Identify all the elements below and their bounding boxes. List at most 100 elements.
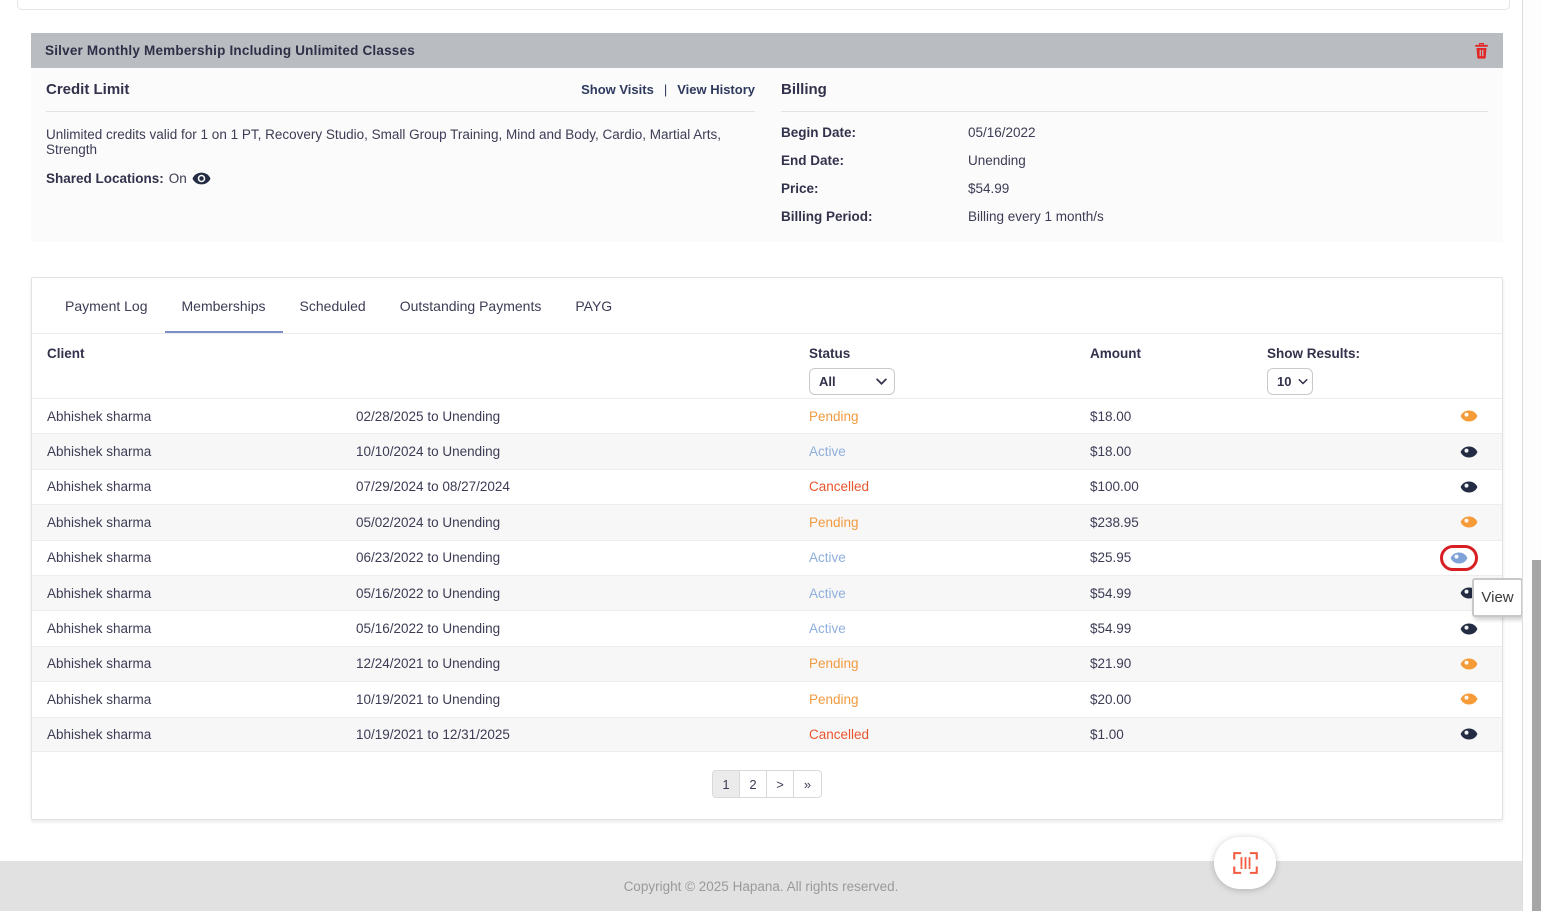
column-header-client: Client (47, 346, 356, 398)
billing-value: $54.99 (968, 181, 1009, 196)
status-text: Cancelled (809, 479, 1090, 494)
trash-icon (1474, 42, 1489, 59)
membership-row: Abhishek sharma10/19/2021 to UnendingPen… (32, 681, 1502, 716)
tab-scheduled[interactable]: Scheduled (283, 278, 383, 333)
billing-label: Begin Date: (781, 125, 968, 140)
membership-period: 07/29/2024 to 08/27/2024 (356, 479, 809, 494)
view-eye-icon[interactable] (1460, 622, 1478, 636)
column-header-amount: Amount (1090, 346, 1267, 398)
membership-row: Abhishek sharma05/16/2022 to UnendingAct… (32, 610, 1502, 645)
client-name: Abhishek sharma (47, 444, 356, 459)
billing-rows: Begin Date:05/16/2022 End Date:Unending Pr… (781, 125, 1488, 224)
status-filter-select[interactable]: All (809, 368, 895, 395)
membership-row: Abhishek sharma06/23/2022 to UnendingAct… (32, 540, 1502, 575)
status-text: Pending (809, 515, 1090, 530)
client-name: Abhishek sharma (47, 409, 356, 424)
tab-payg[interactable]: PAYG (558, 278, 629, 333)
membership-row: Abhishek sharma10/19/2021 to 12/31/2025C… (32, 717, 1502, 752)
billing-row: Billing Period:Billing every 1 month/s (781, 209, 1488, 224)
view-eye-icon[interactable] (1460, 692, 1478, 706)
view-history-link[interactable]: View History (677, 82, 755, 97)
billing-label: Price: (781, 181, 968, 196)
tab-outstanding-payments[interactable]: Outstanding Payments (383, 278, 559, 333)
view-eye-icon[interactable] (1440, 545, 1478, 571)
show-visits-link[interactable]: Show Visits (581, 82, 654, 97)
view-eye-icon[interactable] (1460, 409, 1478, 423)
amount-value: $238.95 (1090, 515, 1267, 530)
show-results-label: Show Results: (1267, 346, 1487, 361)
barcode-scan-button[interactable] (1214, 837, 1276, 889)
membership-period: 10/10/2024 to Unending (356, 444, 809, 459)
amount-value: $54.99 (1090, 586, 1267, 601)
client-name: Abhishek sharma (47, 586, 356, 601)
vertical-scrollbar-thumb[interactable] (1532, 560, 1541, 911)
status-text: Cancelled (809, 727, 1090, 742)
amount-value: $18.00 (1090, 409, 1267, 424)
membership-period: 10/19/2021 to Unending (356, 692, 809, 707)
show-results-select[interactable]: 10 (1267, 368, 1313, 395)
tab-payment-log[interactable]: Payment Log (48, 278, 165, 333)
membership-period: 06/23/2022 to Unending (356, 550, 809, 565)
vertical-scrollbar-track[interactable] (1522, 0, 1541, 911)
status-text: Active (809, 444, 1090, 459)
shared-locations-value: On (169, 171, 187, 186)
billing-row: End Date:Unending (781, 153, 1488, 168)
view-eye-icon[interactable] (1460, 515, 1478, 529)
eye-icon[interactable] (192, 171, 211, 186)
pagination-item-»[interactable]: » (794, 771, 821, 797)
delete-membership-button[interactable] (1474, 42, 1489, 59)
billing-section: Billing Begin Date:05/16/2022 End Date:Un… (781, 68, 1488, 224)
column-header-status: Status (809, 346, 1090, 361)
membership-period: 02/28/2025 to Unending (356, 409, 809, 424)
view-eye-icon[interactable] (1460, 480, 1478, 494)
billing-row: Begin Date:05/16/2022 (781, 125, 1488, 140)
membership-row: Abhishek sharma07/29/2024 to 08/27/2024C… (32, 469, 1502, 504)
membership-period: 10/19/2021 to 12/31/2025 (356, 727, 809, 742)
tab-memberships[interactable]: Memberships (165, 278, 283, 333)
memberships-table-card: Payment LogMembershipsScheduledOutstandi… (31, 277, 1503, 820)
billing-heading: Billing (781, 81, 827, 98)
membership-card-body: Credit Limit Show Visits | View History … (31, 68, 1503, 242)
copyright-text: Copyright © 2025 Hapana. All rights rese… (624, 879, 899, 894)
membership-row: Abhishek sharma02/28/2025 to UnendingPen… (32, 398, 1502, 433)
membership-row: Abhishek sharma05/02/2024 to UnendingPen… (32, 504, 1502, 539)
membership-title: Silver Monthly Membership Including Unli… (45, 43, 415, 58)
client-name: Abhishek sharma (47, 727, 356, 742)
pagination-item-1[interactable]: 1 (713, 771, 740, 797)
credit-limit-section: Credit Limit Show Visits | View History … (46, 68, 755, 224)
status-text: Pending (809, 409, 1090, 424)
membership-table-body: Abhishek sharma02/28/2025 to UnendingPen… (32, 398, 1502, 752)
amount-value: $25.95 (1090, 550, 1267, 565)
previous-card-edge (17, 0, 1510, 10)
view-eye-icon[interactable] (1460, 657, 1478, 671)
view-eye-icon[interactable] (1460, 727, 1478, 741)
status-text: Active (809, 550, 1090, 565)
client-name: Abhishek sharma (47, 621, 356, 636)
view-tooltip: View (1472, 578, 1523, 617)
page: Silver Monthly Membership Including Unli… (0, 0, 1541, 911)
membership-period: 05/16/2022 to Unending (356, 586, 809, 601)
membership-period: 05/02/2024 to Unending (356, 515, 809, 530)
amount-value: $20.00 (1090, 692, 1267, 707)
pagination-item->[interactable]: > (767, 771, 794, 797)
membership-period: 12/24/2021 to Unending (356, 656, 809, 671)
status-text: Pending (809, 692, 1090, 707)
client-name: Abhishek sharma (47, 515, 356, 530)
billing-value: Billing every 1 month/s (968, 209, 1104, 224)
shared-locations-label: Shared Locations: (46, 171, 164, 186)
amount-value: $21.90 (1090, 656, 1267, 671)
membership-detail-card: Silver Monthly Membership Including Unli… (31, 33, 1503, 242)
pagination: 12>» (712, 770, 822, 798)
status-text: Pending (809, 656, 1090, 671)
view-eye-icon[interactable] (1460, 445, 1478, 459)
client-name: Abhishek sharma (47, 656, 356, 671)
pagination-item-2[interactable]: 2 (740, 771, 767, 797)
credit-limit-description: Unlimited credits valid for 1 on 1 PT, R… (46, 127, 755, 157)
billing-value: 05/16/2022 (968, 125, 1036, 140)
page-footer: Copyright © 2025 Hapana. All rights rese… (0, 861, 1522, 911)
amount-value: $54.99 (1090, 621, 1267, 636)
amount-value: $100.00 (1090, 479, 1267, 494)
credit-limit-heading: Credit Limit (46, 81, 129, 98)
membership-row: Abhishek sharma12/24/2021 to UnendingPen… (32, 646, 1502, 681)
membership-period: 05/16/2022 to Unending (356, 621, 809, 636)
